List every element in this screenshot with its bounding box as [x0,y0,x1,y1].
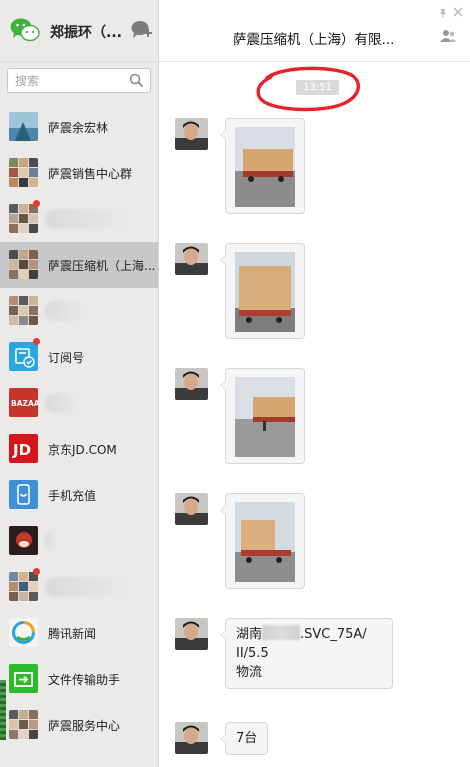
sender-avatar[interactable] [175,722,208,754]
contact-item[interactable]: 萨震销售中心群 [0,150,158,196]
user-name[interactable]: 郑振环（... [50,22,122,42]
contact-name: 订阅号 [48,351,85,365]
unread-badge [33,338,40,345]
contact-item-active[interactable]: 萨震压缩机（上海... [0,242,158,288]
avatar: BAZAAR [9,388,38,417]
file-transfer-icon [9,664,38,693]
group-avatar [9,710,38,739]
group-avatar [9,158,38,187]
image-bubble[interactable] [220,118,305,214]
avatar [9,112,38,141]
redacted-name [45,393,89,413]
text-bubble[interactable]: 7台 [219,722,269,755]
sidebar-header: 郑振环（... [0,0,158,62]
contact-name: 萨震销售中心群 [48,167,133,181]
unread-badge [33,568,40,575]
contact-item[interactable]: 订阅号 [0,334,158,380]
subscriptions-icon [9,342,38,371]
message-text-prefix: 湖南 [236,627,263,642]
redacted-name [45,301,93,321]
members-icon[interactable] [440,29,456,43]
contact-list: 萨震余宏林 萨震销售中心群 萨震压缩机（上海... 订阅号 BAZA JD 京东… [0,104,158,748]
pin-icon[interactable] [438,8,448,18]
chat-title: 萨震压缩机（上海）有限... [233,32,395,48]
contact-name: 手机充值 [48,489,97,503]
sender-avatar[interactable] [175,493,208,525]
sender-avatar[interactable] [175,618,208,650]
svg-text:BAZAAR: BAZAAR [11,399,38,408]
annotation-circle [256,66,360,112]
chat-header: 萨震压缩机（上海）有限... [159,0,470,62]
image-bubble[interactable] [220,368,305,464]
contact-item[interactable]: 萨震服务中心 [0,702,158,748]
jd-logo-icon: JD [9,434,38,463]
contact-item[interactable] [0,196,158,242]
svg-text:JD: JD [12,441,31,459]
contact-item[interactable]: 文件传输助手 [0,656,158,702]
shipment-photo[interactable] [235,502,295,582]
contact-item[interactable] [0,288,158,334]
contact-name: 萨震压缩机（上海... [48,259,156,273]
contact-name: 京东JD.COM [48,443,117,457]
contact-item[interactable]: 腾讯新闻 [0,610,158,656]
window-edge-bar [0,680,6,740]
contact-name: 萨震服务中心 [48,719,121,733]
message-line: 湖南 .SVC_75A/ [236,625,382,644]
search-box[interactable] [7,68,151,93]
redacted-name [45,577,147,597]
wechat-logo-icon [10,18,40,42]
search-input[interactable] [8,69,126,92]
search-icon[interactable] [129,73,144,88]
image-bubble[interactable] [220,243,305,339]
shipment-photo[interactable] [235,377,295,457]
contact-name: 腾讯新闻 [48,627,97,641]
redacted-name [45,209,149,229]
contact-item[interactable]: BAZAAR [0,380,158,426]
unread-badge [33,200,40,207]
sidebar: 郑振环（... 萨震余宏林 萨震 [0,0,159,767]
group-avatar [9,204,38,233]
phone-recharge-icon [9,480,38,509]
text-bubble[interactable]: 湖南 .SVC_75A/ II/5.5 物流 [220,618,393,689]
contact-item[interactable]: 手机充值 [0,472,158,518]
sender-avatar[interactable] [175,368,208,400]
avatar [9,526,38,555]
close-icon[interactable] [452,6,464,18]
group-avatar [9,572,38,601]
message-line: II/5.5 [236,646,269,661]
contact-name: 萨震余宏林 [48,121,109,135]
contact-item[interactable] [0,564,158,610]
redacted-name [45,531,59,551]
tencent-news-icon [9,618,38,647]
message-line: 物流 [236,665,263,680]
contact-name: 文件传输助手 [48,673,121,687]
shipment-photo[interactable] [235,127,295,207]
group-avatar [9,296,38,325]
sender-avatar[interactable] [175,243,208,275]
contact-item[interactable]: JD 京东JD.COM [0,426,158,472]
contact-item[interactable] [0,518,158,564]
image-bubble[interactable] [220,493,305,589]
shipment-photo[interactable] [235,252,295,332]
redacted-text [262,625,301,640]
message-text-model: .SVC_75A/ [300,627,367,642]
group-avatar [9,250,38,279]
new-chat-icon[interactable] [131,20,153,40]
contact-item[interactable]: 萨震余宏林 [0,104,158,150]
sender-avatar[interactable] [175,118,208,150]
chat-panel: 萨震压缩机（上海）有限... 13:51 湖南 .SVC_75A/ II/5.5… [159,0,470,767]
